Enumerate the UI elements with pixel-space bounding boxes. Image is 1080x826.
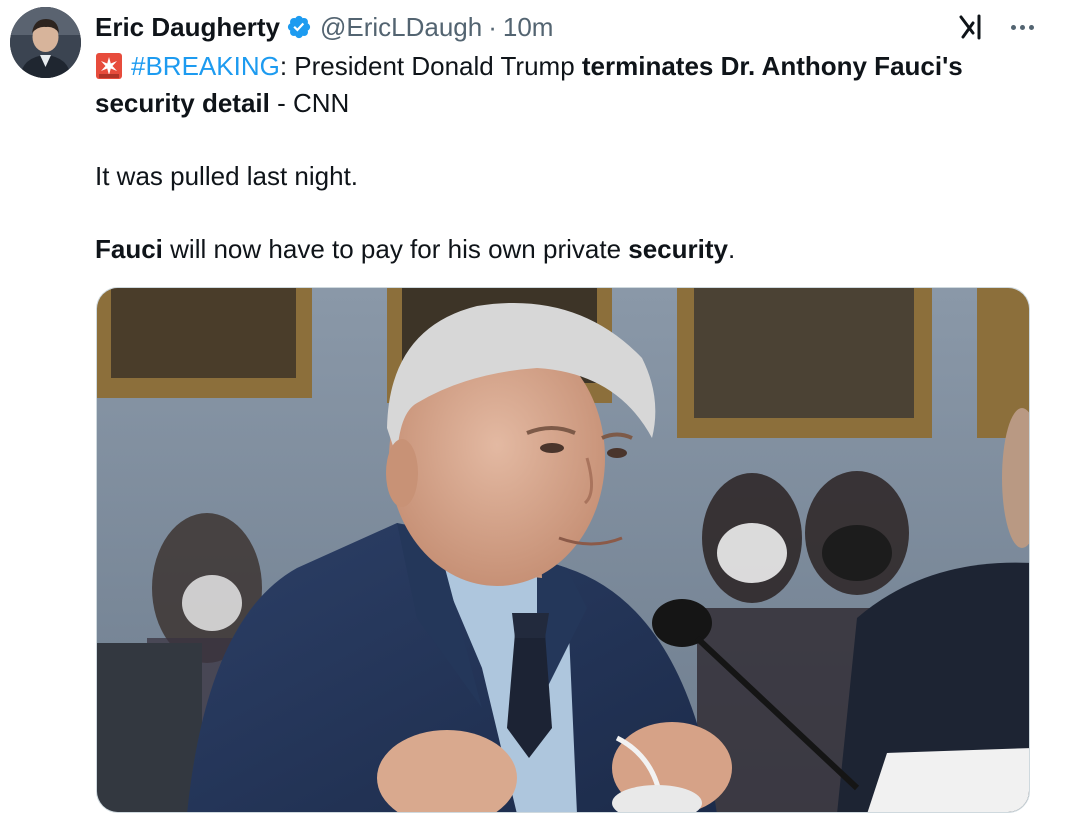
tweet-paragraph-2: It was pulled last night. [95, 161, 359, 191]
separator-dot: · [488, 11, 497, 42]
colon: : [279, 51, 288, 81]
timestamp[interactable]: 10m [503, 12, 554, 43]
display-name[interactable]: Eric Daugherty [95, 12, 280, 43]
police-light-emoji-icon [95, 52, 123, 80]
tweet-paragraph-3: Fauci will now have to pay for his own p… [95, 231, 1055, 268]
more-dots-icon[interactable] [1011, 11, 1034, 43]
tweet-paragraph-1: #BREAKING: President Donald Trump termin… [95, 48, 1055, 122]
text-plain-2: will now have to pay for his own private [162, 234, 629, 264]
tweet-header: Eric Daugherty @EricLDaugh · 10m [95, 9, 1050, 45]
header-actions [957, 9, 1034, 45]
hashtag-link[interactable]: #BREAKING [131, 51, 280, 81]
grok-icon[interactable] [957, 11, 989, 43]
avatar[interactable] [10, 7, 81, 78]
tweet-card: Eric Daugherty @EricLDaugh · 10m #BREAKI… [0, 0, 1080, 826]
text-period: . [728, 234, 736, 264]
text-bold-fauci: Fauci [95, 234, 163, 264]
tweet-text: #BREAKING: President Donald Trump termin… [95, 48, 1055, 268]
text-source: - CNN [269, 88, 350, 118]
user-handle[interactable]: @EricLDaugh [320, 12, 482, 43]
verified-badge-icon [286, 14, 312, 40]
text-plain: President Donald Trump [287, 51, 582, 81]
text-bold-security: security [628, 234, 728, 264]
tweet-photo[interactable] [96, 287, 1030, 813]
